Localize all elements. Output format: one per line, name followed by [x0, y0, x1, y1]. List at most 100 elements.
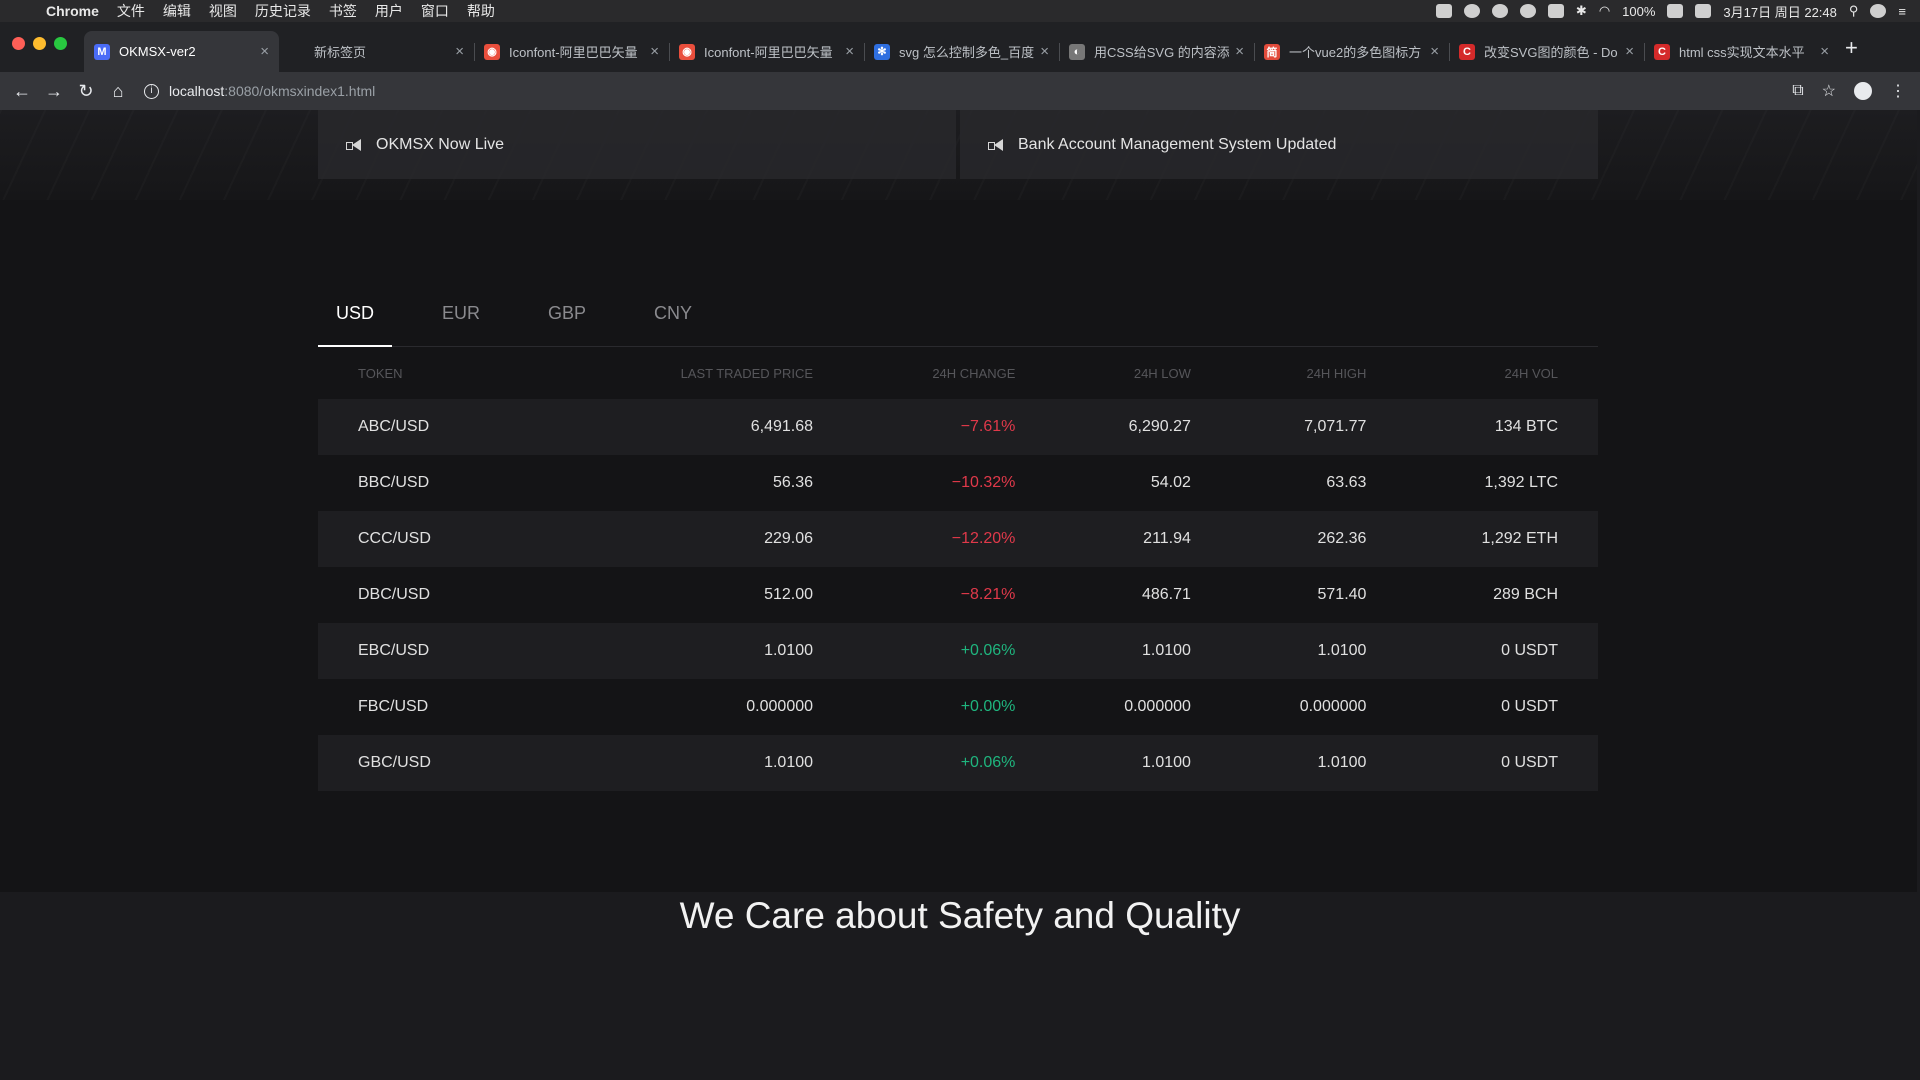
menu-status-area: ✱ ◠ 100% 3月17日 周日 22:48 ⚲ ≡	[1435, 0, 1906, 22]
site-info-icon[interactable]: i	[144, 83, 159, 99]
menu-app-name[interactable]: Chrome	[46, 3, 99, 19]
cell-low: 211.94	[1055, 511, 1231, 567]
close-tab-icon[interactable]: ×	[1820, 43, 1829, 60]
announcement-text: Bank Account Management System Updated	[1018, 135, 1337, 153]
cell-token: DBC/USD	[358, 586, 431, 603]
column-header-volume: 24H VOL	[1504, 365, 1558, 381]
cell-high: 262.36	[1230, 511, 1407, 567]
notes-icon[interactable]	[1435, 4, 1452, 18]
more-menu-icon[interactable]: ⋮	[1890, 81, 1906, 101]
browser-tab[interactable]: ✻ svg 怎么控制多色_百度 ×	[864, 31, 1059, 72]
favicon-icon: ◉	[679, 43, 695, 60]
column-header-token: TOKEN	[358, 365, 403, 381]
browser-tab[interactable]: M OKMSX-ver2 ×	[84, 31, 279, 72]
browser-tab[interactable]: 新标签页 ×	[279, 31, 474, 72]
announcement-item[interactable]: Bank Account Management System Updated	[960, 110, 1598, 179]
close-tab-icon[interactable]: ×	[650, 43, 659, 60]
address-bar[interactable]: i localhost:8080/okmsxindex1.html	[144, 83, 375, 99]
forward-icon[interactable]: →	[38, 81, 70, 102]
tab-cny[interactable]: CNY	[636, 280, 710, 346]
table-row[interactable]: EBC/USD 1.0100 +0.06% 1.0100 1.0100 0 USDT	[318, 623, 1598, 679]
home-icon[interactable]: ⌂	[102, 81, 134, 102]
wechat-icon[interactable]	[1491, 4, 1508, 18]
bookmark-star-icon[interactable]: ☆	[1822, 81, 1836, 101]
column-header-price: LAST TRADED PRICE	[680, 365, 814, 381]
input-method-icon[interactable]	[1695, 4, 1712, 18]
tab-title: svg 怎么控制多色_百度	[899, 45, 1035, 60]
menu-window[interactable]: 窗口	[421, 1, 449, 21]
table-row[interactable]: DBC/USD 512.00 −8.21% 486.71 571.40 289 BCH	[318, 567, 1598, 623]
grid-icon[interactable]	[1547, 4, 1564, 18]
menu-view[interactable]: 视图	[209, 1, 237, 21]
close-tab-icon[interactable]: ×	[1625, 43, 1634, 60]
bluetooth-icon[interactable]: ✱	[1576, 3, 1587, 19]
favicon-icon: 简	[1264, 43, 1280, 60]
tab-title: 改变SVG图的颜色 - Do	[1484, 45, 1618, 60]
close-tab-icon[interactable]: ×	[455, 43, 464, 60]
favicon-icon: ✻	[874, 43, 890, 60]
cell-low: 486.71	[1141, 586, 1191, 603]
wifi-icon[interactable]: ◠	[1599, 3, 1610, 19]
browser-tab[interactable]: ◉ Iconfont-阿里巴巴矢量 ×	[669, 31, 864, 72]
tab-eur[interactable]: EUR	[424, 280, 498, 346]
browser-tab[interactable]: ◉ Iconfont-阿里巴巴矢量 ×	[474, 31, 669, 72]
browser-tab[interactable]: ◐ 用CSS给SVG 的内容添 ×	[1059, 31, 1254, 72]
back-icon[interactable]: ←	[6, 81, 38, 102]
browser-tab[interactable]: C 改变SVG图的颜色 - Do ×	[1449, 31, 1644, 72]
minimize-window-button[interactable]	[33, 37, 46, 50]
profile-avatar-icon[interactable]	[1854, 82, 1872, 100]
menu-bookmarks[interactable]: 书签	[329, 1, 357, 21]
cell-high: 63.63	[1326, 474, 1367, 491]
menu-people[interactable]: 用户	[375, 1, 403, 21]
siri-icon[interactable]	[1870, 4, 1887, 18]
clock[interactable]: 3月17日 周日 22:48	[1723, 2, 1836, 21]
close-tab-icon[interactable]: ×	[260, 43, 269, 60]
notification-center-icon[interactable]: ≡	[1898, 4, 1906, 19]
tab-usd[interactable]: USD	[318, 280, 393, 347]
menu-edit[interactable]: 编辑	[163, 1, 191, 21]
menu-help[interactable]: 帮助	[467, 1, 495, 21]
cell-price: 0.000000	[746, 698, 814, 715]
cell-high: 1.0100	[1230, 623, 1407, 679]
browser-tab[interactable]: 简一个vue2的多色图标方 ×	[1254, 31, 1449, 72]
spotlight-search-icon[interactable]: ⚲	[1849, 3, 1859, 19]
favicon-icon: ◉	[484, 43, 500, 60]
close-tab-icon[interactable]: ×	[1235, 43, 1244, 60]
table-row[interactable]: CCC/USD 229.06 −12.20% 211.94 262.36 1,292 ET…	[318, 511, 1598, 567]
cell-volume: 0 USDT	[1406, 735, 1598, 791]
close-tab-icon[interactable]: ×	[1040, 43, 1049, 60]
table-row[interactable]: BBC/USD 56.36 −10.32% 54.02 63.63 1,392 LTC	[318, 455, 1598, 511]
cell-token: ABC/USD	[318, 399, 570, 455]
cell-volume: 289 BCH	[1493, 586, 1558, 603]
cell-token: FBC/USD	[358, 698, 429, 715]
new-tab-button[interactable]: +	[1845, 35, 1858, 61]
tab-gbp[interactable]: GBP	[530, 280, 604, 346]
zoom-window-button[interactable]	[54, 37, 67, 50]
favicon-icon: M	[94, 43, 110, 60]
table-row[interactable]: ABC/USD 6,491.68 −7.61% 6,290.27 7,071.77 134…	[318, 399, 1598, 455]
market-table-body: ABC/USD 6,491.68 −7.61% 6,290.27 7,071.77 134…	[318, 399, 1598, 791]
menu-history[interactable]: 历史记录	[255, 1, 311, 21]
reload-icon[interactable]: ↻	[70, 81, 102, 102]
cell-low: 1.0100	[1055, 623, 1231, 679]
close-window-button[interactable]	[12, 37, 25, 50]
battery-percent: 100%	[1622, 3, 1656, 19]
table-row[interactable]: GBC/USD 1.0100 +0.06% 1.0100 1.0100 0 USDT	[318, 735, 1598, 791]
cell-change: +0.06%	[853, 623, 1056, 679]
cell-low: 6,290.27	[1055, 399, 1231, 455]
info-icon[interactable]	[1519, 4, 1536, 18]
close-tab-icon[interactable]: ×	[845, 43, 854, 60]
table-row[interactable]: FBC/USD 0.000000 +0.00% 0.000000 0.000000 0 U…	[318, 679, 1598, 735]
browser-tab[interactable]: Chtml css实现文本水平 ×	[1644, 31, 1839, 72]
close-tab-icon[interactable]: ×	[1430, 43, 1439, 60]
table-header-row: TOKEN LAST TRADED PRICE 24H CHANGE 24H L…	[318, 347, 1598, 399]
favicon-icon: C	[1459, 43, 1475, 60]
cell-volume: 0 USDT	[1501, 698, 1558, 715]
battery-icon[interactable]	[1667, 4, 1684, 18]
announcement-item[interactable]: OKMSX Now Live	[318, 110, 956, 179]
translate-icon[interactable]: ⧉	[1792, 82, 1803, 100]
cell-volume: 134 BTC	[1406, 399, 1598, 455]
bell-icon[interactable]	[1463, 4, 1480, 18]
menu-file[interactable]: 文件	[117, 1, 145, 21]
tab-title: 一个vue2的多色图标方	[1289, 45, 1422, 60]
